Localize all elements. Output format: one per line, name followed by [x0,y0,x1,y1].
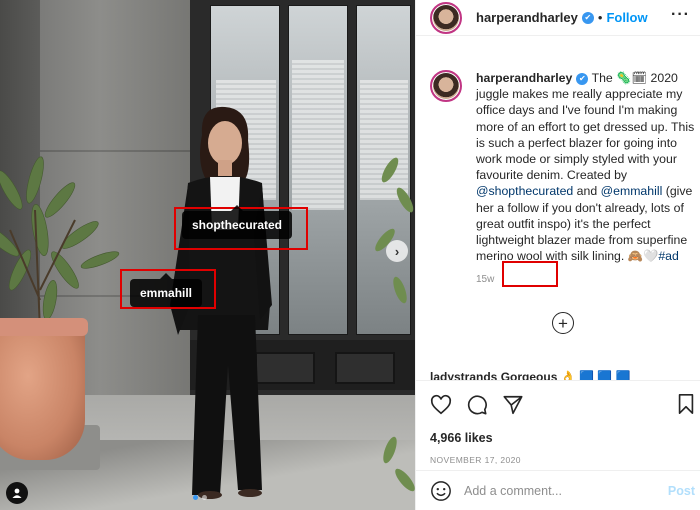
comment-bar: Post [416,470,700,510]
emoji: 🦠🗓 [616,71,648,85]
comment-peek: ladystrands Gorgeous 👌 🟦 🟦 🟦 [430,370,631,380]
olive-plant [0,156,120,330]
hashtag-ad[interactable]: #ad [658,249,679,263]
share-icon[interactable] [502,394,524,416]
heart-icon[interactable] [430,394,452,416]
user-tag-shopthecurated[interactable]: shopthecurated [182,205,293,239]
caption-username[interactable]: harperandharley [476,71,572,85]
load-more-comments-button[interactable]: + [552,312,574,334]
more-options-icon[interactable]: ··· [671,6,690,24]
verified-icon: ✔ [581,11,594,24]
comment-input[interactable] [464,483,668,498]
post-date: NOVEMBER 17, 2020 [430,455,521,465]
caption: harperandharley ✔ The 🦠🗓 2020 juggle make… [430,70,695,285]
next-photo-button[interactable]: › [386,240,408,262]
header-username[interactable]: harperandharley [476,10,578,25]
caption-avatar[interactable] [430,70,462,102]
terracotta-pot [0,320,85,460]
mention-emmahill[interactable]: @emmahill [601,184,663,198]
tagged-users-icon[interactable] [6,482,28,504]
carousel-dots [193,495,207,500]
instagram-post: shopthecurated emmahill › harperandharle… [0,0,700,510]
post-comment-button[interactable]: Post [668,484,695,498]
user-tag-emmahill[interactable]: emmahill [130,273,203,307]
avatar[interactable] [430,1,462,34]
emoji: 🙈🤍 [627,249,659,264]
follow-button[interactable]: Follow [606,10,647,25]
carousel-dot [202,495,207,500]
right-plant [375,157,415,492]
comment-icon[interactable] [466,394,488,416]
bookmark-icon[interactable] [675,393,697,415]
carousel-dot-active [193,495,198,500]
separator: • [597,10,603,25]
emoji-picker-icon[interactable] [430,480,452,502]
mention-shopthecurated[interactable]: @shopthecurated [476,184,573,198]
like-count[interactable]: 4,966 likes [430,431,687,445]
caption-text: harperandharley ✔ The 🦠🗓 2020 juggle make… [476,71,695,264]
verified-icon: ✔ [576,72,589,85]
hashtag-highlight-box [502,261,558,287]
action-bar: 4,966 likes NOVEMBER 17, 2020 [416,380,700,465]
post-header: harperandharley ✔ • Follow ··· [416,0,700,36]
post-side-panel: harperandharley ✔ • Follow ··· harperand… [415,0,700,510]
post-photo[interactable]: shopthecurated emmahill › [0,0,415,510]
